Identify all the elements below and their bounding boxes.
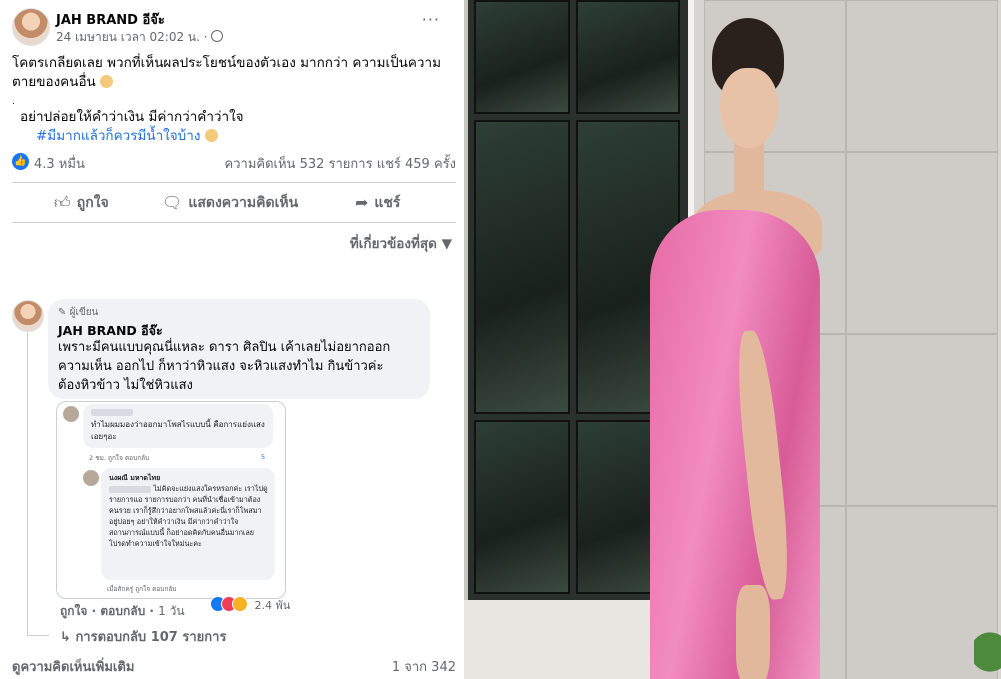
care-reaction-icon <box>232 596 248 612</box>
divider <box>12 182 456 183</box>
page-avatar[interactable] <box>12 8 50 46</box>
photo-woman-in-pink-dress <box>464 0 1001 679</box>
neck <box>734 140 764 200</box>
post-stats: 👍 4.3 หมื่น ความคิดเห็น 532 รายการ แชร์ … <box>12 152 456 172</box>
commenter-avatar <box>63 406 79 422</box>
thread-line <box>27 330 28 635</box>
like-button[interactable]: 👍︎ ถูกใจ <box>54 192 109 214</box>
post-line: โคตรเกลียดเลย พวกที่เห็นผลประโยชน์ของตัว… <box>12 55 441 71</box>
pink-dress <box>650 210 820 679</box>
screenshot-reply-bubble: นงผณี มหาดไทย ไม่คิดจะแย่งแสงใครหรอกค่ะ … <box>101 468 275 580</box>
page-name[interactable]: JAH BRAND อีจ๊ะ <box>56 9 165 30</box>
post-header: JAH BRAND อีจ๊ะ 24 เมษายน เวลา 02:02 น. … <box>12 8 452 48</box>
comment-text: เพราะมีคนแบบคุณนี่แหละ ดารา ศิลปิน เค้าเ… <box>58 340 391 393</box>
share-arrow-icon: ➦ <box>355 193 369 212</box>
comment-reactions[interactable]: 2.4 พัน <box>210 596 290 616</box>
comment-bubble: ✎ ผู้เขียน JAH BRAND อีจ๊ะ เพราะมีคนแบบค… <box>48 299 430 399</box>
post-body: โคตรเกลียดเลย พวกที่เห็นผลประโยชน์ของตัว… <box>12 54 452 146</box>
reply-arrow-icon: ↳ <box>60 630 71 645</box>
screenshot-reply-meta: เมื่อสักครู่ ถูกใจ ตอบกลับ <box>107 585 177 593</box>
window-pane <box>474 0 570 114</box>
thumbs-up-icon: 👍︎ <box>54 193 71 212</box>
post-timestamp[interactable]: 24 เมษายน เวลา 02:02 น. · <box>56 28 223 47</box>
face <box>720 68 778 148</box>
leg <box>736 585 770 679</box>
window-pane <box>474 120 570 414</box>
view-more-comments-link[interactable]: ดูความคิดเห็นเพิ่มเติม <box>12 656 134 677</box>
plant <box>974 610 1001 679</box>
window-pane <box>474 420 570 594</box>
comment-like-link[interactable]: ถูกใจ <box>60 604 87 618</box>
caret-down-icon: ▼ <box>441 236 452 252</box>
thread-elbow <box>27 635 49 636</box>
fist-emoji-icon <box>204 129 218 142</box>
comments-shares-count[interactable]: ความคิดเห็น 532 รายการ แชร์ 459 ครั้ง <box>225 153 456 174</box>
facebook-post-panel: JAH BRAND อีจ๊ะ 24 เมษายน เวลา 02:02 น. … <box>0 0 460 679</box>
pencil-icon: ✎ <box>58 307 67 318</box>
speech-bubble-icon: 🗨︎ <box>162 193 183 212</box>
screenshot-reply-text: ไม่คิดจะแย่งแสงใครหรอกค่ะ เราไปดูรายการแ… <box>109 484 268 548</box>
comment-meta: ถูกใจ · ตอบกลับ · 1 วัน <box>60 604 185 618</box>
view-replies-link[interactable]: ↳ การตอบกลับ 107 รายการ <box>60 626 226 647</box>
comment-button[interactable]: 🗨︎ แสดงความคิดเห็น <box>162 192 298 214</box>
author-badge: ✎ ผู้เขียน <box>58 307 99 318</box>
screenshot-reaction-count: 5 <box>261 453 266 461</box>
comment-reply-link[interactable]: ตอบกลับ <box>100 604 145 618</box>
reaction-count[interactable]: 4.3 หมื่น <box>34 153 85 174</box>
comment-age[interactable]: 1 วัน <box>158 604 184 618</box>
post-line: อย่าปล่อยให้คำว่าเงิน มีค่ากว่าคำว่าใจ <box>20 109 244 125</box>
screenshot-comment-bubble: ทำไมผมมองว่าออกมาโพสไรแบบนี้ คือการแย่งแ… <box>83 404 273 448</box>
attached-screenshot[interactable]: ทำไมผมมองว่าออกมาโพสไรแบบนี้ คือการแย่งแ… <box>56 401 286 599</box>
like-reaction-icon: 👍 <box>12 153 29 170</box>
comment-avatar[interactable] <box>12 300 44 332</box>
window-pane <box>576 0 680 114</box>
post-actions: 👍︎ ถูกใจ 🗨︎ แสดงความคิดเห็น ➦ แชร์ <box>12 186 456 220</box>
blurred-mention <box>109 485 151 493</box>
reply-avatar <box>83 470 99 486</box>
post-hashtag[interactable]: #มีมากแล้วก็ควรมีน้ำใจบ้าง <box>12 127 452 146</box>
post-line: . <box>12 97 15 107</box>
comment-sort-dropdown[interactable]: ที่เกี่ยวข้องที่สุด ▼ <box>350 232 452 254</box>
divider <box>12 222 456 223</box>
screenshot-comment-meta: 2 ชม. ถูกใจ ตอบกลับ <box>89 454 150 462</box>
more-options-button[interactable]: ··· <box>422 10 440 29</box>
screenshot-comment-text: ทำไมผมมองว่าออกมาโพสไรแบบนี้ คือการแย่งแ… <box>91 420 265 441</box>
blurred-name <box>91 409 133 416</box>
comment-pager: 1 จาก 342 <box>391 660 456 675</box>
post-line: ตายของคนอื่น <box>12 73 452 92</box>
share-button[interactable]: ➦ แชร์ <box>355 192 400 214</box>
globe-icon <box>210 30 223 42</box>
hand-emoji-icon <box>100 75 114 88</box>
